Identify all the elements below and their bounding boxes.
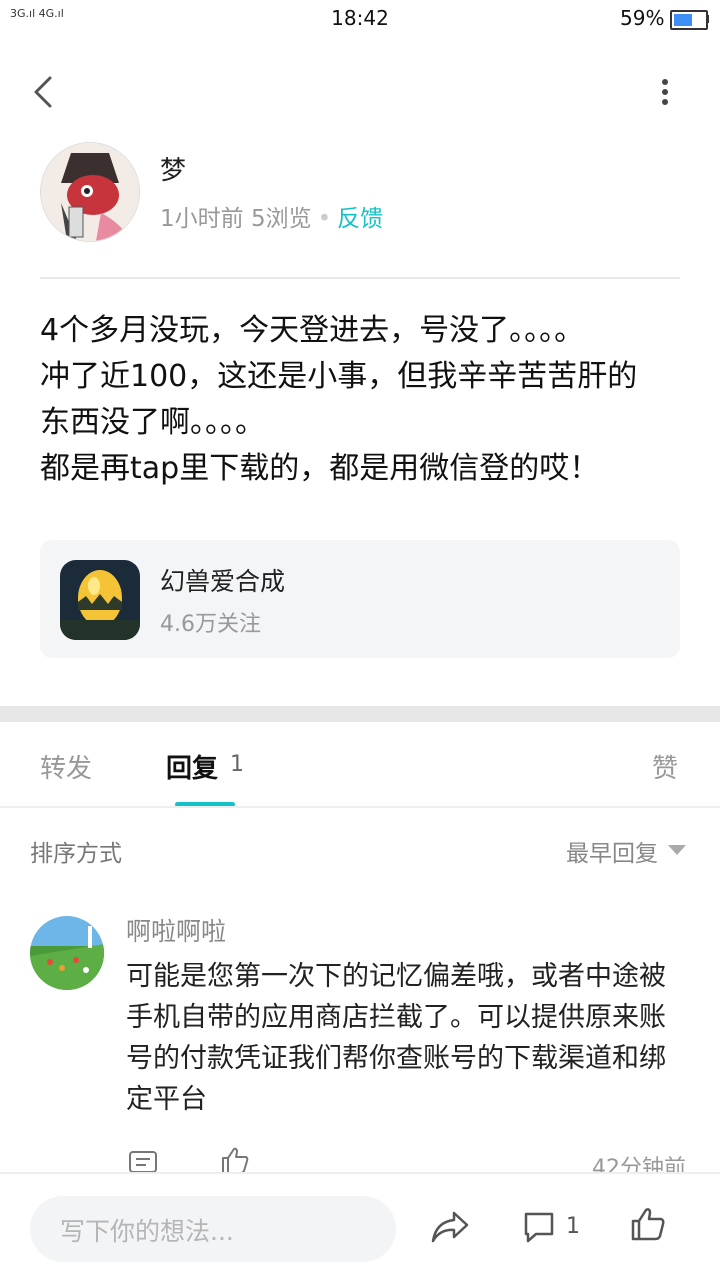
author-name[interactable]: 梦 bbox=[160, 150, 186, 187]
tab-like[interactable]: 赞 bbox=[652, 748, 678, 785]
post-body: 4个多月没玩，今天登进去，号没了。。。。 冲了近100，这还是小事，但我辛辛苦苦… bbox=[40, 313, 638, 486]
status-bar: 3G.ıl 4G.ıl 18:42 59% bbox=[0, 0, 720, 36]
author-avatar[interactable] bbox=[40, 142, 140, 242]
battery-icon bbox=[670, 10, 708, 30]
comment-input[interactable]: 写下你的想法... bbox=[30, 1196, 396, 1262]
battery-fill bbox=[674, 14, 692, 26]
sort-dropdown[interactable]: 最早回复 bbox=[566, 834, 658, 868]
post-time: 1小时前 bbox=[160, 206, 244, 232]
game-name: 幻兽爱合成 bbox=[160, 567, 286, 596]
sort-label: 排序方式 bbox=[30, 841, 122, 867]
caret-down-icon[interactable] bbox=[668, 845, 686, 855]
separator-dot: • bbox=[317, 206, 332, 232]
comment-input-placeholder: 写下你的想法... bbox=[60, 1217, 234, 1246]
share-icon[interactable] bbox=[430, 1210, 470, 1248]
comment-text: 可能是您第一次下的记忆偏差哦，或者中途被 手机自带的应用商店拦截了。可以提供原来… bbox=[126, 961, 666, 1115]
comment-icon[interactable] bbox=[522, 1210, 556, 1248]
post-views: 5浏览 bbox=[250, 206, 312, 232]
game-card[interactable]: 幻兽爱合成 4.6万关注 bbox=[40, 540, 680, 658]
game-icon bbox=[60, 560, 140, 640]
comment-count: 1 bbox=[566, 1214, 580, 1239]
commenter-name[interactable]: 啊啦啊啦 bbox=[126, 912, 226, 948]
like-icon[interactable] bbox=[630, 1206, 666, 1246]
divider bbox=[0, 806, 720, 808]
battery-tip bbox=[706, 15, 709, 23]
post-meta: 1小时前 5浏览 • 反馈 bbox=[160, 199, 383, 233]
more-vertical-icon[interactable] bbox=[650, 78, 680, 108]
comment-avatar[interactable] bbox=[30, 916, 104, 990]
tab-forward[interactable]: 转发 bbox=[40, 748, 92, 785]
battery-percent: 59% bbox=[620, 6, 665, 30]
feedback-link[interactable]: 反馈 bbox=[337, 206, 383, 232]
bottom-bar: 写下你的想法... 1 bbox=[0, 1172, 720, 1282]
divider bbox=[40, 277, 680, 279]
status-time: 18:42 bbox=[331, 6, 389, 30]
back-chevron-icon[interactable] bbox=[30, 72, 60, 112]
reply-count: 1 bbox=[230, 752, 244, 777]
game-followers: 4.6万关注 bbox=[160, 612, 261, 637]
tab-reply[interactable]: 回复 bbox=[166, 748, 218, 785]
section-divider bbox=[0, 706, 720, 722]
